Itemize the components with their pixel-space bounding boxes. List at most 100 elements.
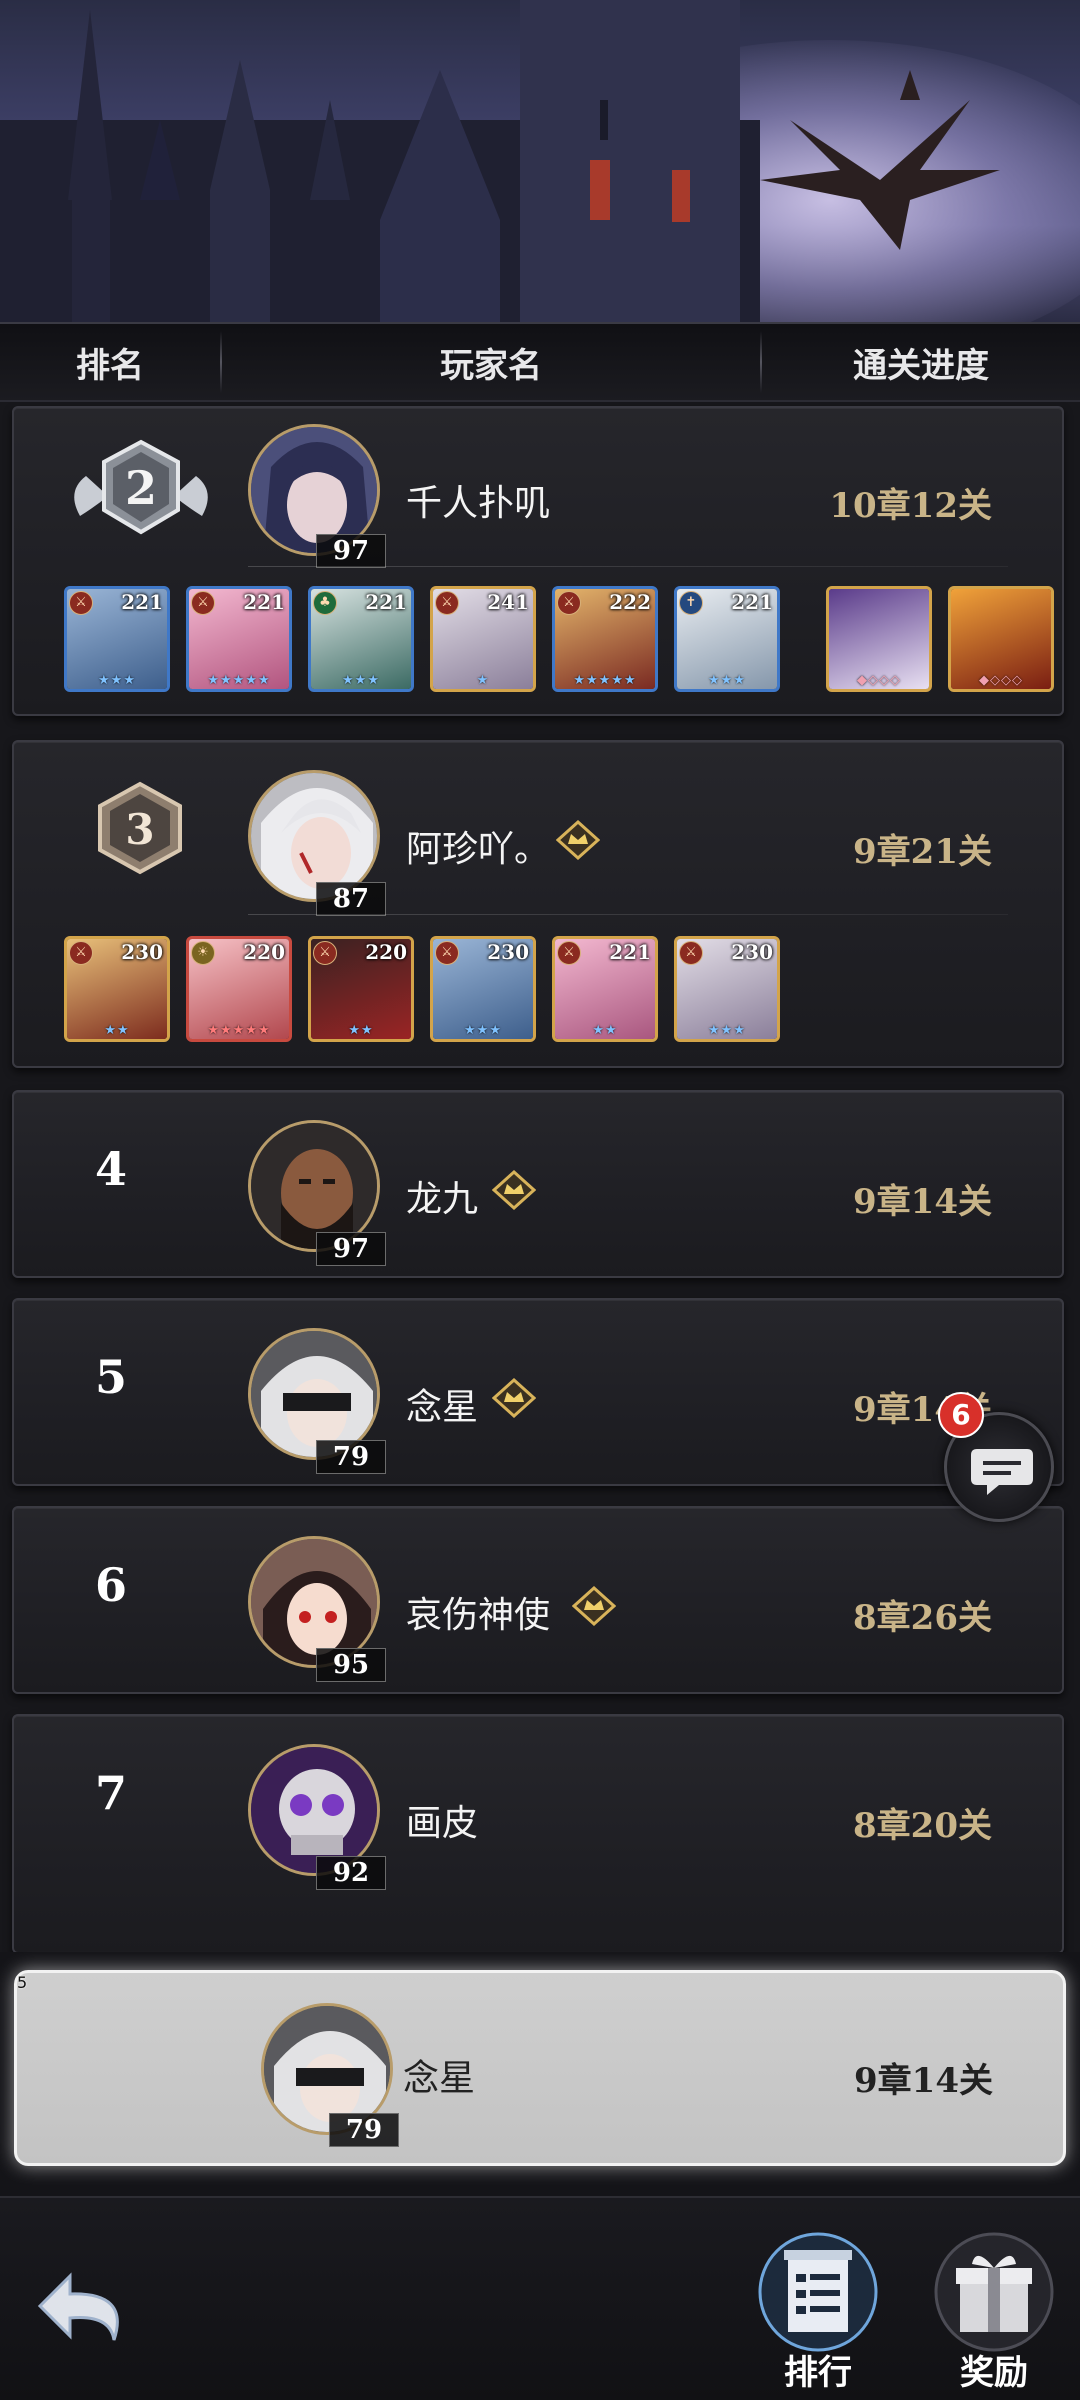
pet-card[interactable]: ◆◇◇◇ bbox=[948, 586, 1054, 692]
vip-crown-icon bbox=[556, 820, 600, 860]
hero-card[interactable]: ⚔ 221 ★★★★★ bbox=[186, 586, 292, 692]
stage-progress: 10章12关 bbox=[829, 486, 992, 526]
player-name: 念星 bbox=[403, 2058, 476, 2099]
hero-level: 221 bbox=[365, 590, 407, 614]
row-divider bbox=[248, 566, 1008, 567]
column-header: 排名 玩家名 通关进度 bbox=[0, 322, 1080, 402]
ranking-list[interactable]: 2 97 千人扑叽 10章12关 ⚔ 221 ★★★ ⚔ 221 ★★★★★ ♣… bbox=[0, 402, 1080, 1952]
castle-silhouette bbox=[0, 0, 760, 322]
rank-number: 5 bbox=[17, 1973, 28, 1992]
ranking-row[interactable]: 4 97 龙九 9章14关 bbox=[12, 1090, 1064, 1278]
rank-badge-bronze: 3 bbox=[98, 781, 182, 875]
hero-level: 220 bbox=[243, 940, 285, 964]
hero-level: 221 bbox=[243, 590, 285, 614]
faction-icon: ✝ bbox=[679, 591, 703, 615]
ranking-row[interactable]: 6 95 哀伤神使 8章26关 bbox=[12, 1506, 1064, 1694]
ranking-row[interactable]: 7 92 画皮 8章20关 bbox=[12, 1714, 1064, 1952]
rewards-tab-label: 奖励 bbox=[960, 2353, 1028, 2393]
back-arrow-icon[interactable] bbox=[30, 2256, 150, 2366]
stage-progress: 9章14关 bbox=[853, 1182, 992, 1222]
hero-card[interactable]: ⚔ 241 ★ bbox=[430, 586, 536, 692]
pet-stars: ◆◇◇◇ bbox=[979, 673, 1023, 688]
ranking-row[interactable]: 5 79 念星 9章14关 bbox=[12, 1298, 1064, 1486]
hero-stars: ★★★★★ bbox=[207, 1023, 271, 1038]
hero-level: 230 bbox=[487, 940, 529, 964]
faction-icon: ♣ bbox=[313, 591, 337, 615]
rank-number: 5 bbox=[94, 1350, 127, 1404]
pet-stars: ◆◇◇◇ bbox=[857, 673, 901, 688]
hero-card[interactable]: ⚔ 221 ★★★ bbox=[64, 586, 170, 692]
avatar-level: 97 bbox=[316, 534, 386, 568]
hero-stars: ★★ bbox=[348, 1023, 374, 1038]
hero-level: 230 bbox=[731, 940, 773, 964]
hero-stars: ★★★★★ bbox=[573, 673, 637, 688]
hero-level: 221 bbox=[609, 940, 651, 964]
hero-lineup: ⚔ 221 ★★★ ⚔ 221 ★★★★★ ♣ 221 ★★★ ⚔ 241 ★ bbox=[64, 586, 1054, 692]
faction-icon: ⚔ bbox=[435, 941, 459, 965]
hero-card[interactable]: ⚔ 220 ★★ bbox=[308, 936, 414, 1042]
bottom-bar: 排行 奖励 bbox=[0, 2196, 1080, 2400]
ranking-tab[interactable]: 排行 bbox=[748, 2228, 888, 2398]
vip-crown-icon bbox=[492, 1378, 536, 1418]
hero-stars: ★ bbox=[476, 673, 490, 688]
hero-card[interactable]: ✝ 221 ★★★ bbox=[674, 586, 780, 692]
hero-stars: ★★★ bbox=[98, 673, 136, 688]
hero-card[interactable]: ⚔ 230 ★★★ bbox=[674, 936, 780, 1042]
header-player: 玩家名 bbox=[440, 345, 542, 386]
hero-stars: ★★ bbox=[104, 1023, 130, 1038]
my-ranking-row[interactable]: 5 79 念星 9章14关 bbox=[14, 1970, 1066, 2166]
hero-card[interactable]: ⚔ 222 ★★★★★ bbox=[552, 586, 658, 692]
vip-crown-icon bbox=[492, 1170, 536, 1210]
row-divider bbox=[248, 914, 1008, 915]
rank-badge-silver: 2 bbox=[74, 439, 208, 535]
lineup-gap bbox=[796, 586, 810, 692]
hero-card[interactable]: ☀ 220 ★★★★★ bbox=[186, 936, 292, 1042]
avatar-level: 92 bbox=[316, 1856, 386, 1890]
rank-badge-number: 3 bbox=[125, 805, 154, 854]
rank-badge-number: 2 bbox=[125, 461, 157, 515]
castle-banner bbox=[0, 0, 1080, 322]
hero-stars: ★★★ bbox=[708, 673, 746, 688]
avatar-level: 79 bbox=[329, 2113, 399, 2147]
rewards-tab[interactable]: 奖励 bbox=[924, 2228, 1064, 2398]
hero-stars: ★★★ bbox=[708, 1023, 746, 1038]
hero-stars: ★★★★★ bbox=[207, 673, 271, 688]
faction-icon: ⚔ bbox=[679, 941, 703, 965]
hero-lineup: ⚔ 230 ★★ ☀ 220 ★★★★★ ⚔ 220 ★★ ⚔ 230 ★★★ bbox=[64, 936, 780, 1042]
faction-icon: ⚔ bbox=[313, 941, 337, 965]
avatar-level: 79 bbox=[316, 1440, 386, 1474]
player-name: 哀伤神使 bbox=[406, 1595, 551, 1636]
hero-stars: ★★★ bbox=[464, 1023, 502, 1038]
hero-card[interactable]: ⚔ 230 ★★ bbox=[64, 936, 170, 1042]
chat-unread-badge: 6 bbox=[938, 1392, 984, 1438]
ranking-row[interactable]: 3 87 阿珍吖。 9章21关 ⚔ 230 ★★ ☀ 220 ★★★★★ ⚔ 2… bbox=[12, 740, 1064, 1068]
hero-card[interactable]: ⚔ 230 ★★★ bbox=[430, 936, 536, 1042]
hero-level: 230 bbox=[121, 940, 163, 964]
hero-card[interactable]: ⚔ 221 ★★ bbox=[552, 936, 658, 1042]
hero-card[interactable]: ♣ 221 ★★★ bbox=[308, 586, 414, 692]
player-name: 念星 bbox=[406, 1387, 479, 1428]
faction-icon: ⚔ bbox=[69, 591, 93, 615]
rank-number: 4 bbox=[94, 1142, 127, 1196]
player-name: 阿珍吖。 bbox=[406, 829, 551, 870]
faction-icon: ⚔ bbox=[69, 941, 93, 965]
rank-number: 7 bbox=[94, 1766, 127, 1820]
hero-stars: ★★★ bbox=[342, 673, 380, 688]
hero-level: 221 bbox=[731, 590, 773, 614]
player-name: 龙九 bbox=[406, 1179, 479, 1220]
header-progress: 通关进度 bbox=[853, 345, 989, 386]
faction-icon: ⚔ bbox=[557, 591, 581, 615]
hero-level: 221 bbox=[121, 590, 163, 614]
player-name: 画皮 bbox=[406, 1803, 479, 1844]
dragon-silhouette bbox=[760, 70, 1000, 250]
stage-progress: 9章21关 bbox=[853, 832, 992, 872]
faction-icon: ⚔ bbox=[191, 591, 215, 615]
hero-stars: ★★ bbox=[592, 1023, 618, 1038]
pet-card[interactable]: ◆◇◇◇ bbox=[826, 586, 932, 692]
avatar-level: 95 bbox=[316, 1648, 386, 1682]
rank-number: 6 bbox=[94, 1558, 127, 1612]
vip-crown-icon bbox=[572, 1586, 616, 1626]
hero-level: 241 bbox=[487, 590, 529, 614]
ranking-row[interactable]: 2 97 千人扑叽 10章12关 ⚔ 221 ★★★ ⚔ 221 ★★★★★ ♣… bbox=[12, 406, 1064, 716]
avatar-level: 97 bbox=[316, 1232, 386, 1266]
